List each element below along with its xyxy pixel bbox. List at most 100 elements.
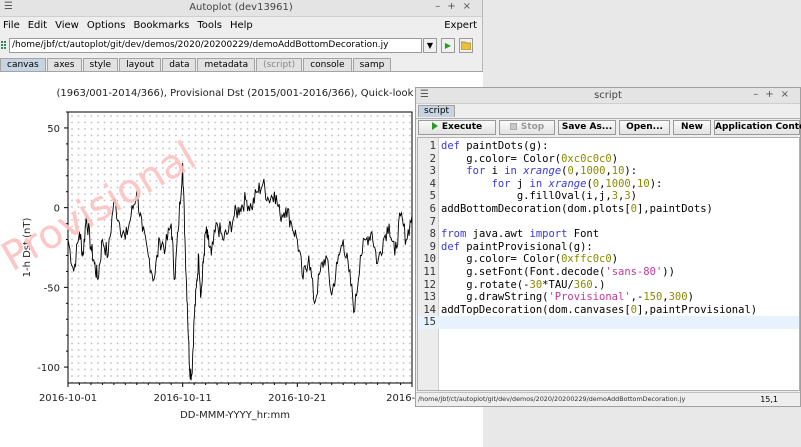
grid-dot [272,336,275,338]
maximize-icon[interactable]: + [447,1,462,12]
code-line[interactable]: 1 def paintDots(g): [418,140,799,153]
grid-dot [266,342,268,345]
close-icon[interactable]: × [781,89,796,100]
code-line[interactable]: 13 g.drawString('Provisional',-150,300) [418,291,799,304]
code-line[interactable]: 3 for i in xrange(0,1000,10): [418,165,799,178]
grid-dot [227,141,229,143]
menu-edit[interactable]: Edit [28,20,47,31]
grid-dot [272,238,275,241]
script-window-controls[interactable]: –+× [753,89,796,100]
grid-dot [253,271,255,273]
minimize-icon[interactable]: – [753,89,765,100]
stop-button[interactable]: Stop [499,120,555,135]
grid-dot [220,329,223,332]
grid-dot [220,219,223,221]
grid-dot [181,245,184,247]
execute-button[interactable]: Execute [418,120,496,135]
code-line[interactable]: 4 for j in xrange(0,1000,10): [418,178,799,191]
grid-dot [370,115,372,117]
code-line[interactable]: 9 def paintProvisional(g): [418,241,799,254]
menu-help[interactable]: Help [230,20,253,31]
uri-input[interactable]: /home/jbf/ct/autoplot/git/dev/demos/2020… [9,38,422,53]
grid-dot [129,284,132,286]
code-line[interactable]: 6 addBottomDecoration(dom.plots[0],paintD… [418,203,799,216]
grid-dot [324,368,327,371]
grid-dot [409,115,411,117]
grid-dot [233,232,236,234]
grid-dot [311,329,314,332]
tab-layout[interactable]: layout [119,58,162,71]
menu-tools[interactable]: Tools [197,20,222,31]
grid-dot [97,245,99,247]
grid-dot [318,251,320,254]
grid-dot [246,355,249,358]
menu-view[interactable]: View [55,20,79,31]
tab-data[interactable]: data [162,58,197,71]
line-number: 9 [429,240,436,253]
code-line[interactable]: 2 g.color= Color(0xc0c0c0) [418,153,799,166]
grid-dot [84,290,86,293]
grid-dot [402,167,405,169]
grid-dot [181,238,184,241]
grid-dot [253,128,255,130]
grid-dot [396,186,398,189]
menu-bookmarks[interactable]: Bookmarks [133,20,189,31]
grid-dot [331,199,333,202]
grid-dot [259,141,262,143]
grid-dot [188,238,190,241]
code-line[interactable]: 10 g.color= Color(0xffc0c0) [418,253,799,266]
code-line[interactable]: 14 addTopDecoration(dom.canvases[0],paint… [418,304,799,317]
grid-dot [220,251,223,254]
code-line[interactable]: 11 g.setFont(Font.decode('sans-80')) [418,266,799,279]
application-context-button[interactable]: Application Context [714,120,801,135]
main-window-controls[interactable]: –+× [435,1,478,12]
code-line[interactable]: 8 from java.awt import Font [418,228,799,241]
grid-dot [357,368,359,371]
tab-script-panel[interactable]: script [418,105,456,117]
code-line[interactable]: 5 g.fillOval(i,j,3,3) [418,190,799,203]
grid-dot [344,115,346,117]
code-line[interactable]: 15 [418,316,799,329]
script-titlebar[interactable]: ☰ script –+× [416,88,800,104]
grid-dot [344,199,346,202]
save-as-button[interactable]: Save As... [558,120,616,135]
expert-menu[interactable]: Expert [444,20,477,31]
grid-dot [253,167,255,169]
code-line[interactable]: 12 g.rotate(-30*TAU/360.) [418,279,799,292]
maximize-icon[interactable]: + [765,89,780,100]
go-button[interactable]: ▶ [441,38,455,53]
grid-dot [292,375,294,377]
tab-console[interactable]: console [303,58,352,71]
grid-dot [214,329,216,332]
menu-options[interactable]: Options [87,20,126,31]
grid-dot [389,355,392,358]
tab-axes[interactable]: axes [46,58,82,71]
x-axis-label: DD-MMM-YYYY_hr:mm [180,410,290,421]
tab-canvas[interactable]: canvas [0,58,46,71]
minimize-icon[interactable]: – [435,1,447,12]
drag-handle-icon[interactable] [1,41,7,49]
grid-dot [201,375,203,377]
new-button[interactable]: New [673,120,711,135]
tab-style[interactable]: style [82,58,119,71]
grid-dot [116,121,119,124]
tab-samp[interactable]: samp [352,58,392,71]
grid-dot [71,128,73,130]
grid-dot [168,329,171,332]
grid-dot [175,316,177,319]
tab-metadata[interactable]: metadata [197,58,256,71]
main-titlebar[interactable]: ☰ Autoplot (dev13961) –+× [0,0,482,17]
menu-file[interactable]: File [3,20,20,31]
script-editor[interactable]: 1 def paintDots(g): 2 g.color= Color(0xc0c… [417,137,800,391]
grid-dot [272,310,275,312]
grid-dot [84,134,86,137]
tab-script[interactable]: (script) [256,58,303,71]
grid-dot [396,349,398,351]
code-line[interactable]: 7 [418,216,799,229]
uri-dropdown-button[interactable]: ▼ [423,38,437,53]
browse-button[interactable] [459,38,473,53]
close-icon[interactable]: × [463,1,478,12]
open-button[interactable]: Open... [619,120,670,135]
grid-dot [292,277,294,280]
plot-canvas[interactable]: (1963/001-2014/366), Provisional Dst (20… [0,71,483,447]
